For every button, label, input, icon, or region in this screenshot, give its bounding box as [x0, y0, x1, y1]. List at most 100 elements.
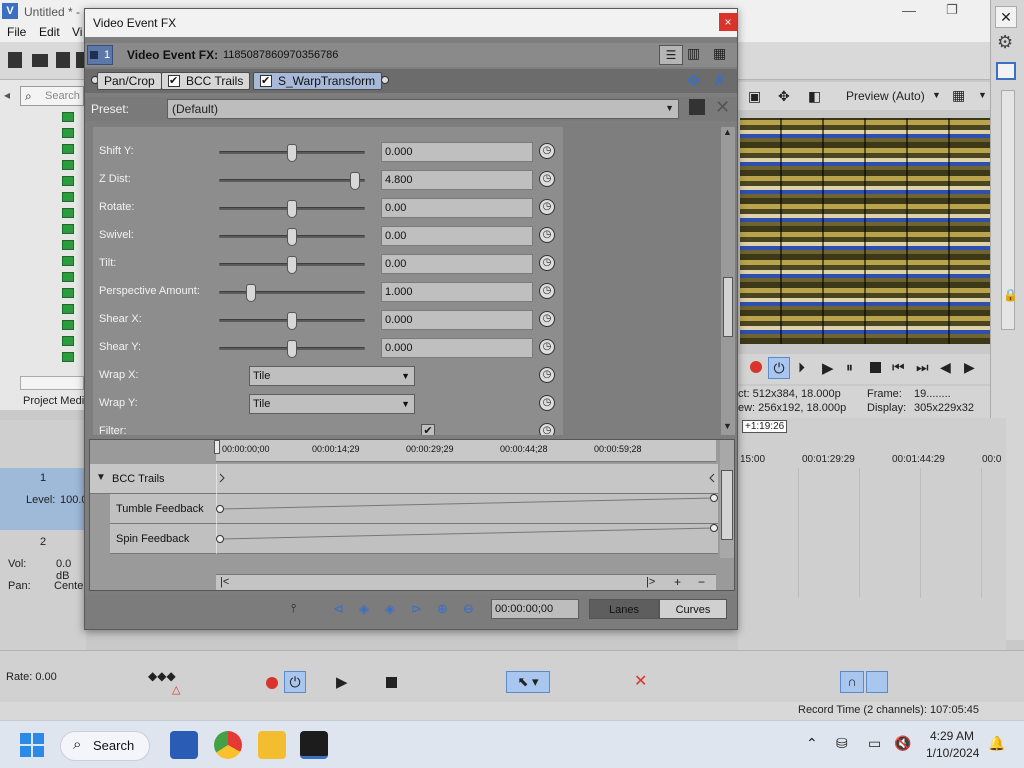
param-value-field[interactable]: 0.00 [381, 198, 533, 218]
animate-clock-icon[interactable]: ◷ [539, 311, 555, 327]
menu-file[interactable]: File [7, 25, 26, 39]
media-file-icon[interactable] [62, 336, 74, 346]
param-checkbox[interactable]: ✔ [421, 424, 435, 435]
keyframe-vscroll[interactable] [720, 440, 734, 558]
add-keyframe-icon[interactable]: ⊕ [437, 601, 448, 617]
go-to-end-icon[interactable]: ⏭ [916, 359, 929, 376]
explorer-back-icon[interactable]: ◂ [4, 88, 10, 102]
param-value-field[interactable]: 0.000 [381, 338, 533, 358]
file-explorer-icon[interactable] [258, 731, 286, 759]
slider-thumb[interactable] [287, 228, 297, 246]
network-icon[interactable]: ⛁ [836, 735, 848, 752]
next-keyframe-icon[interactable]: ◈ [385, 601, 395, 617]
plugin-enable-checkbox[interactable] [168, 73, 180, 89]
media-file-icon[interactable] [62, 304, 74, 314]
animate-clock-icon[interactable]: ◷ [539, 255, 555, 271]
param-dropdown[interactable]: Tile ▼ [249, 366, 415, 386]
delete-keyframe-icon[interactable]: ⊖ [463, 601, 474, 617]
snapping-icon[interactable]: ∩ [840, 671, 864, 693]
notification-bell-icon[interactable]: 🔔 [988, 735, 1005, 752]
last-keyframe-icon[interactable]: ⊳ [411, 601, 422, 617]
media-file-icon[interactable] [62, 288, 74, 298]
view-list-icon[interactable]: ☰ [659, 45, 683, 65]
overlays-icon[interactable]: ▦ [952, 87, 965, 104]
windows-start-icon[interactable] [20, 733, 44, 757]
explorer-search-box[interactable]: ⌕ Search [20, 86, 84, 106]
animate-clock-icon[interactable]: ◷ [539, 395, 555, 411]
media-file-icon[interactable] [62, 224, 74, 234]
app-icon-pre[interactable] [170, 731, 198, 759]
track-header-audio[interactable]: 2 Vol: 0.0 dB Pan: Cente [0, 532, 86, 598]
gear-icon[interactable]: ⚙ [997, 32, 1013, 53]
pan-tool-icon[interactable]: ✥ [778, 88, 790, 105]
preset-dropdown[interactable]: (Default) ▼ [167, 99, 679, 119]
go-to-start-icon[interactable]: ⏮ [892, 359, 905, 376]
slider-thumb[interactable] [287, 312, 297, 330]
animate-clock-icon[interactable]: ◷ [539, 171, 555, 187]
param-dropdown[interactable]: Tile ▼ [249, 394, 415, 414]
sync-cursor-icon[interactable]: ⫯ [291, 601, 296, 616]
lanes-tab[interactable]: Lanes [589, 599, 659, 619]
close-button[interactable]: × [719, 13, 737, 31]
media-file-icon[interactable] [62, 112, 74, 122]
plugin-chooser-icon[interactable]: ✥ [687, 71, 700, 91]
media-file-icon[interactable] [62, 352, 74, 362]
slider-thumb[interactable] [287, 340, 297, 358]
rate-slider-icon[interactable]: ◆◆◆ [148, 669, 176, 683]
close-icon[interactable]: ✕ [995, 6, 1017, 28]
auto-crossfade-icon[interactable] [866, 671, 888, 693]
chain-plugin-s-warptransform[interactable]: S_WarpTransform [253, 72, 383, 90]
chrome-icon[interactable] [214, 731, 242, 759]
param-value-field[interactable]: 4.800 [381, 170, 533, 190]
play-from-start-icon[interactable]: ⏵ [798, 359, 805, 376]
volume-muted-icon[interactable]: 🔇 [894, 735, 911, 752]
loop-playback-icon[interactable]: ⏻ [768, 357, 790, 379]
animate-clock-icon[interactable]: ◷ [539, 199, 555, 215]
previous-frame-icon[interactable]: ◀ [940, 359, 951, 376]
previous-keyframe-icon[interactable]: ◈ [359, 601, 369, 617]
zoom-in-icon[interactable]: + [674, 575, 681, 589]
param-slider[interactable] [219, 179, 365, 182]
restore-panel-icon[interactable] [996, 62, 1016, 80]
render-icon[interactable] [76, 52, 84, 68]
media-file-icon[interactable] [62, 160, 74, 170]
animate-clock-icon[interactable]: ◷ [539, 283, 555, 299]
chain-plugin-pan-crop[interactable]: Pan/Crop [97, 72, 162, 90]
normal-edit-tool-icon[interactable]: ⬉ ▾ [506, 671, 550, 693]
slider-thumb[interactable] [287, 256, 297, 274]
first-keyframe-icon[interactable]: ⊲ [333, 601, 344, 617]
preview-properties-icon[interactable]: ▣ [748, 88, 761, 105]
chevron-down-icon[interactable]: ▼ [978, 90, 987, 100]
scroll-up-icon[interactable]: ▲ [723, 127, 732, 137]
param-value-field[interactable]: 0.000 [381, 310, 533, 330]
save-preset-icon[interactable] [689, 99, 705, 115]
lock-icon[interactable]: 🔒 [1003, 288, 1018, 302]
preview-quality-dropdown[interactable]: Preview (Auto) [846, 89, 925, 103]
animate-clock-icon[interactable]: ◷ [539, 367, 555, 383]
stop-icon[interactable] [870, 362, 881, 373]
taskbar-time[interactable]: 4:29 AM [930, 729, 974, 743]
loop-playback-icon[interactable]: ⏻ [284, 671, 306, 693]
animate-clock-icon[interactable]: ◷ [539, 423, 555, 435]
delete-icon[interactable]: ✕ [634, 671, 647, 691]
expand-arrow-icon[interactable]: ▼ [96, 472, 106, 483]
media-file-icon[interactable] [62, 272, 74, 282]
next-frame-icon[interactable]: ▶ [964, 359, 975, 376]
view-columns-icon[interactable]: ▥ [687, 45, 700, 62]
record-icon[interactable] [750, 361, 762, 373]
param-slider[interactable] [219, 291, 365, 294]
animate-clock-icon[interactable]: ◷ [539, 227, 555, 243]
window-minimize-icon[interactable]: — [902, 2, 916, 18]
chevron-down-icon[interactable]: ▼ [932, 90, 941, 100]
scroll-thumb[interactable] [721, 470, 733, 540]
zoom-out-icon[interactable]: − [698, 575, 705, 589]
media-file-icon[interactable] [62, 176, 74, 186]
view-grid-icon[interactable]: ▦ [713, 45, 726, 62]
menu-edit[interactable]: Edit [39, 25, 60, 39]
param-value-field[interactable]: 0.00 [381, 226, 533, 246]
vegas-app-icon[interactable] [300, 731, 328, 759]
save-project-icon[interactable] [56, 52, 70, 68]
play-icon[interactable]: ▶ [822, 359, 834, 377]
param-value-field[interactable]: 1.000 [381, 282, 533, 302]
media-file-icon[interactable] [62, 208, 74, 218]
